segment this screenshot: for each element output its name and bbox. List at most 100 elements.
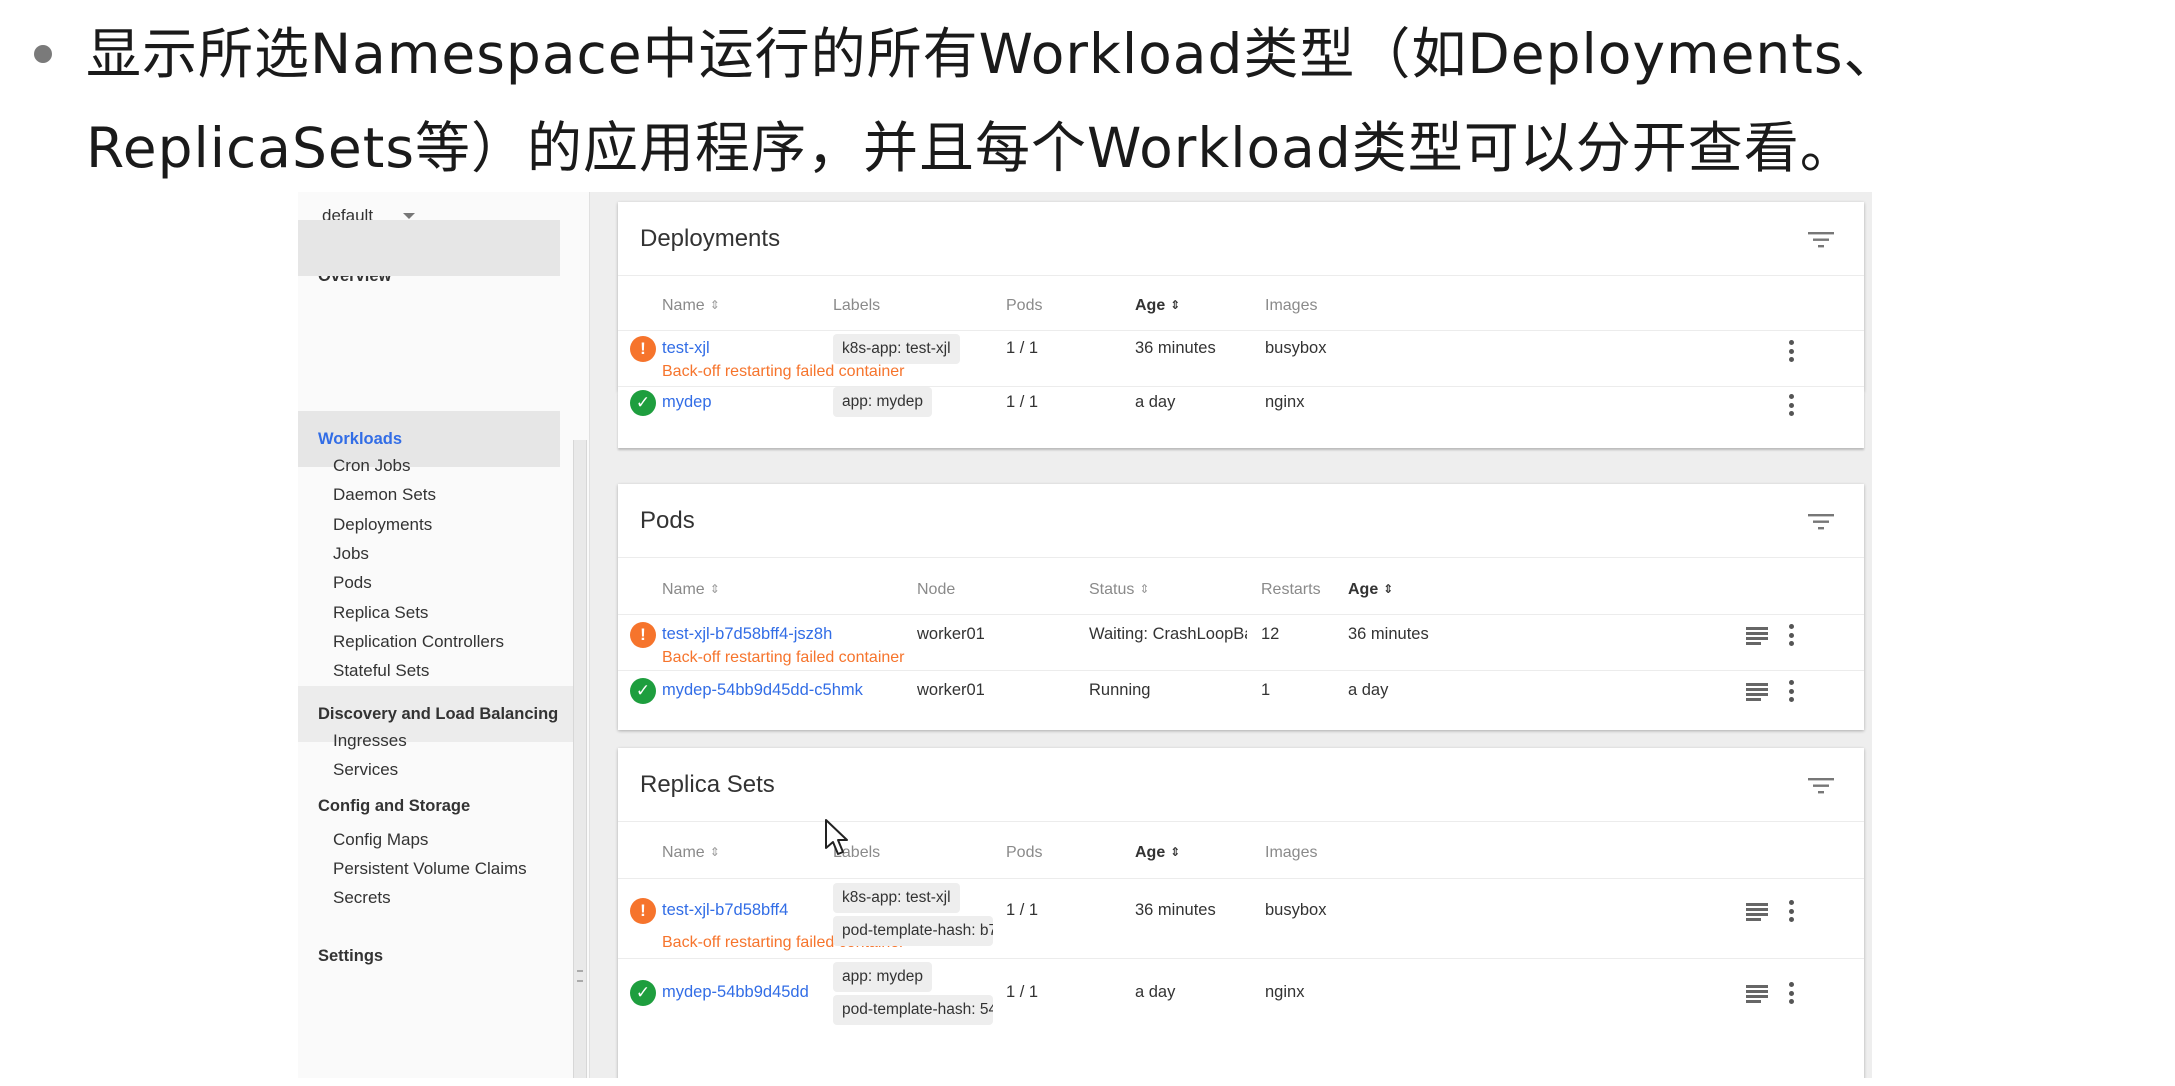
nav-item-secrets[interactable]: Secrets [333, 885, 391, 911]
nav-workloads-label: Workloads [318, 429, 403, 448]
node-value: worker01 [917, 625, 985, 643]
nav-item-ingresses[interactable]: Ingresses [333, 728, 407, 754]
sort-arrows-icon: ⇕ [1170, 845, 1181, 859]
deployment-name-link[interactable]: mydep [662, 393, 712, 412]
node-value: worker01 [917, 681, 985, 699]
chevron-down-icon [403, 212, 416, 219]
age-value: 36 minutes [1348, 625, 1429, 643]
scroll-grip-icon [577, 970, 583, 982]
col-status[interactable]: Status ⇕ [1089, 581, 1149, 599]
sidebar-scrollbar[interactable] [573, 440, 587, 1078]
image-value: nginx [1265, 393, 1305, 411]
label-chip: app: mydep [833, 387, 932, 417]
sort-arrows-icon: ⇕ [1170, 298, 1181, 312]
logs-icon[interactable] [1746, 903, 1768, 921]
col-name[interactable]: Name ⇕ [662, 581, 720, 599]
caption-line-2: ReplicaSets等）的应用程序，并且每个Workload类型可以分开查看。 [86, 116, 1856, 180]
col-pods: Pods [1006, 297, 1043, 314]
logs-icon[interactable] [1746, 683, 1768, 701]
sort-arrows-icon: ⇕ [1139, 582, 1150, 596]
more-vert-icon[interactable] [1788, 680, 1794, 702]
col-images: Images [1265, 297, 1318, 314]
image-value: busybox [1265, 339, 1327, 357]
pods-card: Pods Name ⇕ Node Status ⇕ Restarts Age ⇕ ! … [618, 484, 1864, 730]
check-icon: ✓ [630, 390, 656, 416]
image-value: nginx [1265, 983, 1305, 1001]
nav-item-jobs[interactable]: Jobs [333, 541, 369, 567]
replicaset-name-link[interactable]: test-xjl-b7d58bff4 [662, 901, 788, 920]
nav-item-config-maps[interactable]: Config Maps [333, 827, 428, 853]
col-pods: Pods [1006, 844, 1043, 861]
more-vert-icon[interactable] [1788, 624, 1794, 646]
nav-item-replication-controllers[interactable]: Replication Controllers [333, 629, 504, 655]
nav-item-daemon-sets[interactable]: Daemon Sets [333, 482, 436, 508]
pod-name-link[interactable]: test-xjl-b7d58bff4-jsz8h [662, 625, 832, 644]
error-message: Back-off restarting failed container [662, 649, 905, 666]
label-chip: k8s-app: test-xjl [833, 883, 960, 913]
nav-config[interactable]: Config and Storage [298, 778, 560, 834]
error-message: Back-off restarting failed container [662, 363, 905, 380]
pods-count: 1 / 1 [1006, 983, 1039, 1001]
nav-settings[interactable]: Settings [298, 928, 560, 984]
slide-caption: 显示所选Namespace中运行的所有Workload类型（如Deploymen… [28, 6, 2168, 196]
sort-arrows-icon: ⇕ [709, 298, 720, 312]
nav-item-deployments[interactable]: Deployments [333, 512, 432, 538]
mouse-cursor-icon [825, 819, 848, 855]
nav-item-replica-sets[interactable]: Replica Sets [333, 600, 428, 626]
col-age[interactable]: Age ⇕ [1135, 297, 1180, 315]
check-icon: ✓ [630, 980, 656, 1006]
restarts-value: 1 [1261, 681, 1271, 699]
label-chip: app: mydep [833, 962, 932, 992]
replicaset-name-link[interactable]: mydep-54bb9d45dd [662, 983, 809, 1002]
age-value: 36 minutes [1135, 339, 1216, 357]
more-vert-icon[interactable] [1788, 394, 1794, 416]
col-restarts: Restarts [1261, 581, 1321, 598]
deployment-name-link[interactable]: test-xjl [662, 339, 710, 358]
more-vert-icon[interactable] [1788, 340, 1794, 362]
more-vert-icon[interactable] [1788, 900, 1794, 922]
col-name[interactable]: Name ⇕ [662, 844, 720, 862]
caption-line-1: 显示所选Namespace中运行的所有Workload类型（如Deploymen… [86, 22, 1900, 86]
status-value: Running [1089, 681, 1151, 699]
nav-item-pods[interactable]: Pods [333, 570, 372, 596]
deployments-card-row2: ✓ mydep app: mydep 1 / 1 a day nginx [618, 387, 1864, 448]
nav-item-stateful-sets[interactable]: Stateful Sets [333, 658, 429, 684]
sort-arrows-icon: ⇕ [1383, 582, 1394, 596]
pods-title: Pods [640, 506, 695, 534]
col-node: Node [917, 581, 956, 598]
logs-icon[interactable] [1746, 627, 1768, 645]
exclamation-icon: ! [630, 898, 656, 924]
image-value: busybox [1265, 901, 1327, 919]
bullet-icon [34, 45, 52, 63]
exclamation-icon: ! [630, 336, 656, 362]
placeholder [298, 220, 560, 276]
pods-count: 1 / 1 [1006, 339, 1039, 357]
deployments-card: Deployments Name ⇕ Labels Pods Age ⇕ Image… [618, 202, 1864, 392]
col-images: Images [1265, 844, 1318, 861]
col-age[interactable]: Age ⇕ [1135, 844, 1180, 862]
pod-name-link[interactable]: mydep-54bb9d45dd-c5hmk [662, 681, 863, 700]
pods-count: 1 / 1 [1006, 901, 1039, 919]
nav-item-pvc[interactable]: Persistent Volume Claims [333, 856, 527, 882]
pods-count: 1 / 1 [1006, 393, 1039, 411]
filter-icon[interactable] [1808, 514, 1834, 530]
logs-icon[interactable] [1746, 985, 1768, 1003]
label-chip: k8s-app: test-xjl [833, 334, 960, 364]
age-value: 36 minutes [1135, 901, 1216, 919]
dashboard-screenshot: default Overview Workloads Cron Jobs Dae… [298, 192, 1872, 1078]
nav-item-cron-jobs[interactable]: Cron Jobs [333, 453, 410, 479]
more-vert-icon[interactable] [1788, 982, 1794, 1004]
restarts-value: 12 [1261, 625, 1280, 643]
filter-icon[interactable] [1808, 778, 1834, 794]
sort-arrows-icon: ⇕ [709, 582, 720, 596]
filter-icon[interactable] [1808, 232, 1834, 248]
check-icon: ✓ [630, 678, 656, 704]
age-value: a day [1135, 983, 1176, 1001]
label-chip: pod-template-hash: b7d5.. [833, 916, 993, 946]
replicasets-title: Replica Sets [640, 770, 775, 798]
col-name[interactable]: Name ⇕ [662, 297, 720, 315]
col-labels: Labels [833, 297, 881, 314]
replicasets-card: Replica Sets Name ⇕ Labels Pods Age ⇕ Imag… [618, 748, 1864, 1078]
col-age[interactable]: Age ⇕ [1348, 581, 1393, 599]
sort-arrows-icon: ⇕ [709, 845, 720, 859]
